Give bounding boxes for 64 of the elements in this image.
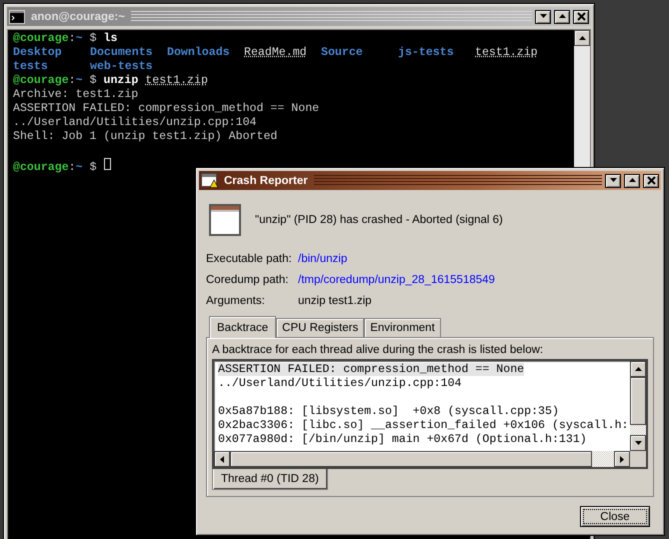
- close-button[interactable]: Close: [580, 506, 650, 527]
- field-label: Coredump path:: [206, 274, 290, 286]
- directory-name: Documents: [90, 46, 153, 59]
- backtrace-line: 0x2bac3306: [libc.so] __assertion_failed +0x106 (syscall.h:: [218, 419, 628, 432]
- scrollbar[interactable]: [574, 30, 590, 167]
- directory-name: web-tests: [90, 60, 153, 73]
- backtrace-line: 0x5a87b188: [libsystem.so] +0x8 (syscall.cpp:35): [218, 405, 559, 418]
- right-arrow-icon: [618, 454, 626, 464]
- scroll-thumb[interactable]: [630, 377, 646, 425]
- output-line: Shell: Job 1 (unzip test1.zip) Aborted: [13, 130, 278, 143]
- tab[interactable]: CPU Registers: [276, 318, 364, 337]
- scroll-up-button[interactable]: [574, 30, 590, 46]
- path-link[interactable]: /bin/unzip: [298, 252, 348, 264]
- file-name: ReadMe.md: [244, 46, 307, 59]
- up-arrow-icon: [578, 34, 586, 42]
- file-name: test1.zip: [475, 46, 538, 59]
- scroll-left-button[interactable]: [214, 451, 230, 467]
- down-arrow-icon: [634, 438, 642, 448]
- path-link[interactable]: /tmp/coredump/unzip_28_1615518549: [298, 274, 495, 286]
- close-icon: [576, 12, 586, 21]
- window-icon: [209, 204, 241, 236]
- shell-prompt: @courage:~ $: [13, 74, 97, 87]
- directory-name: Source: [321, 46, 363, 59]
- command-text: unzip: [104, 74, 138, 87]
- command-text: ls: [104, 32, 118, 45]
- shell-prompt: @courage:~ $: [13, 161, 97, 174]
- close-icon: [646, 176, 656, 185]
- shell-prompt: @courage:~ $: [13, 32, 97, 45]
- output-line: ../Userland/Utilities/unzip.cpp:104: [13, 116, 257, 129]
- up-arrow-icon: [634, 364, 642, 374]
- description-text: A backtrace for each thread alive during the crash is listed below:: [212, 344, 544, 356]
- maximize-button[interactable]: [624, 174, 640, 188]
- file-name: test1.zip: [145, 74, 208, 87]
- vertical-scrollbar[interactable]: [630, 361, 646, 451]
- field-label: Arguments:: [206, 294, 266, 306]
- tab[interactable]: Environment: [364, 318, 441, 337]
- directory-name: js-tests: [398, 46, 454, 59]
- backtrace-line: 0x077a980d: [/bin/unzip] main +0x67d (Optional.h:131): [218, 433, 587, 446]
- scroll-up-button[interactable]: [630, 361, 646, 377]
- scroll-down-button[interactable]: [630, 435, 646, 451]
- field-value: unzip test1.zip: [298, 294, 372, 306]
- scroll-track[interactable]: [630, 425, 646, 435]
- backtrace-line: ../Userland/Utilities/unzip.cpp:104: [218, 377, 462, 390]
- window-title: Crash Reporter: [223, 174, 309, 186]
- warning-window-icon: [201, 173, 218, 188]
- maximize-icon: [628, 176, 636, 185]
- thread-tab[interactable]: Thread #0 (TID 28): [212, 469, 328, 490]
- scrollbar-corner: [630, 451, 646, 467]
- window-title: anon@courage:~: [30, 10, 126, 22]
- scroll-right-button[interactable]: [614, 451, 630, 467]
- close-button[interactable]: [643, 174, 659, 188]
- maximize-icon: [558, 12, 566, 21]
- directory-name: Desktop: [13, 46, 62, 59]
- minimize-button[interactable]: [605, 174, 621, 188]
- output-line: Archive: test1.zip: [13, 88, 138, 101]
- left-arrow-icon: [218, 454, 226, 464]
- output-line: ASSERTION FAILED: compression_method == None: [13, 102, 320, 115]
- directory-name: tests: [13, 60, 48, 73]
- backtrace-text-area[interactable]: [212, 359, 648, 469]
- crash-message: "unzip" (PID 28) has crashed - Aborted (signal 6): [255, 214, 503, 226]
- tab[interactable]: Backtrace: [209, 316, 276, 338]
- terminal-icon: [9, 10, 25, 24]
- directory-name: Downloads: [167, 46, 230, 59]
- field-label: Executable path:: [206, 252, 293, 264]
